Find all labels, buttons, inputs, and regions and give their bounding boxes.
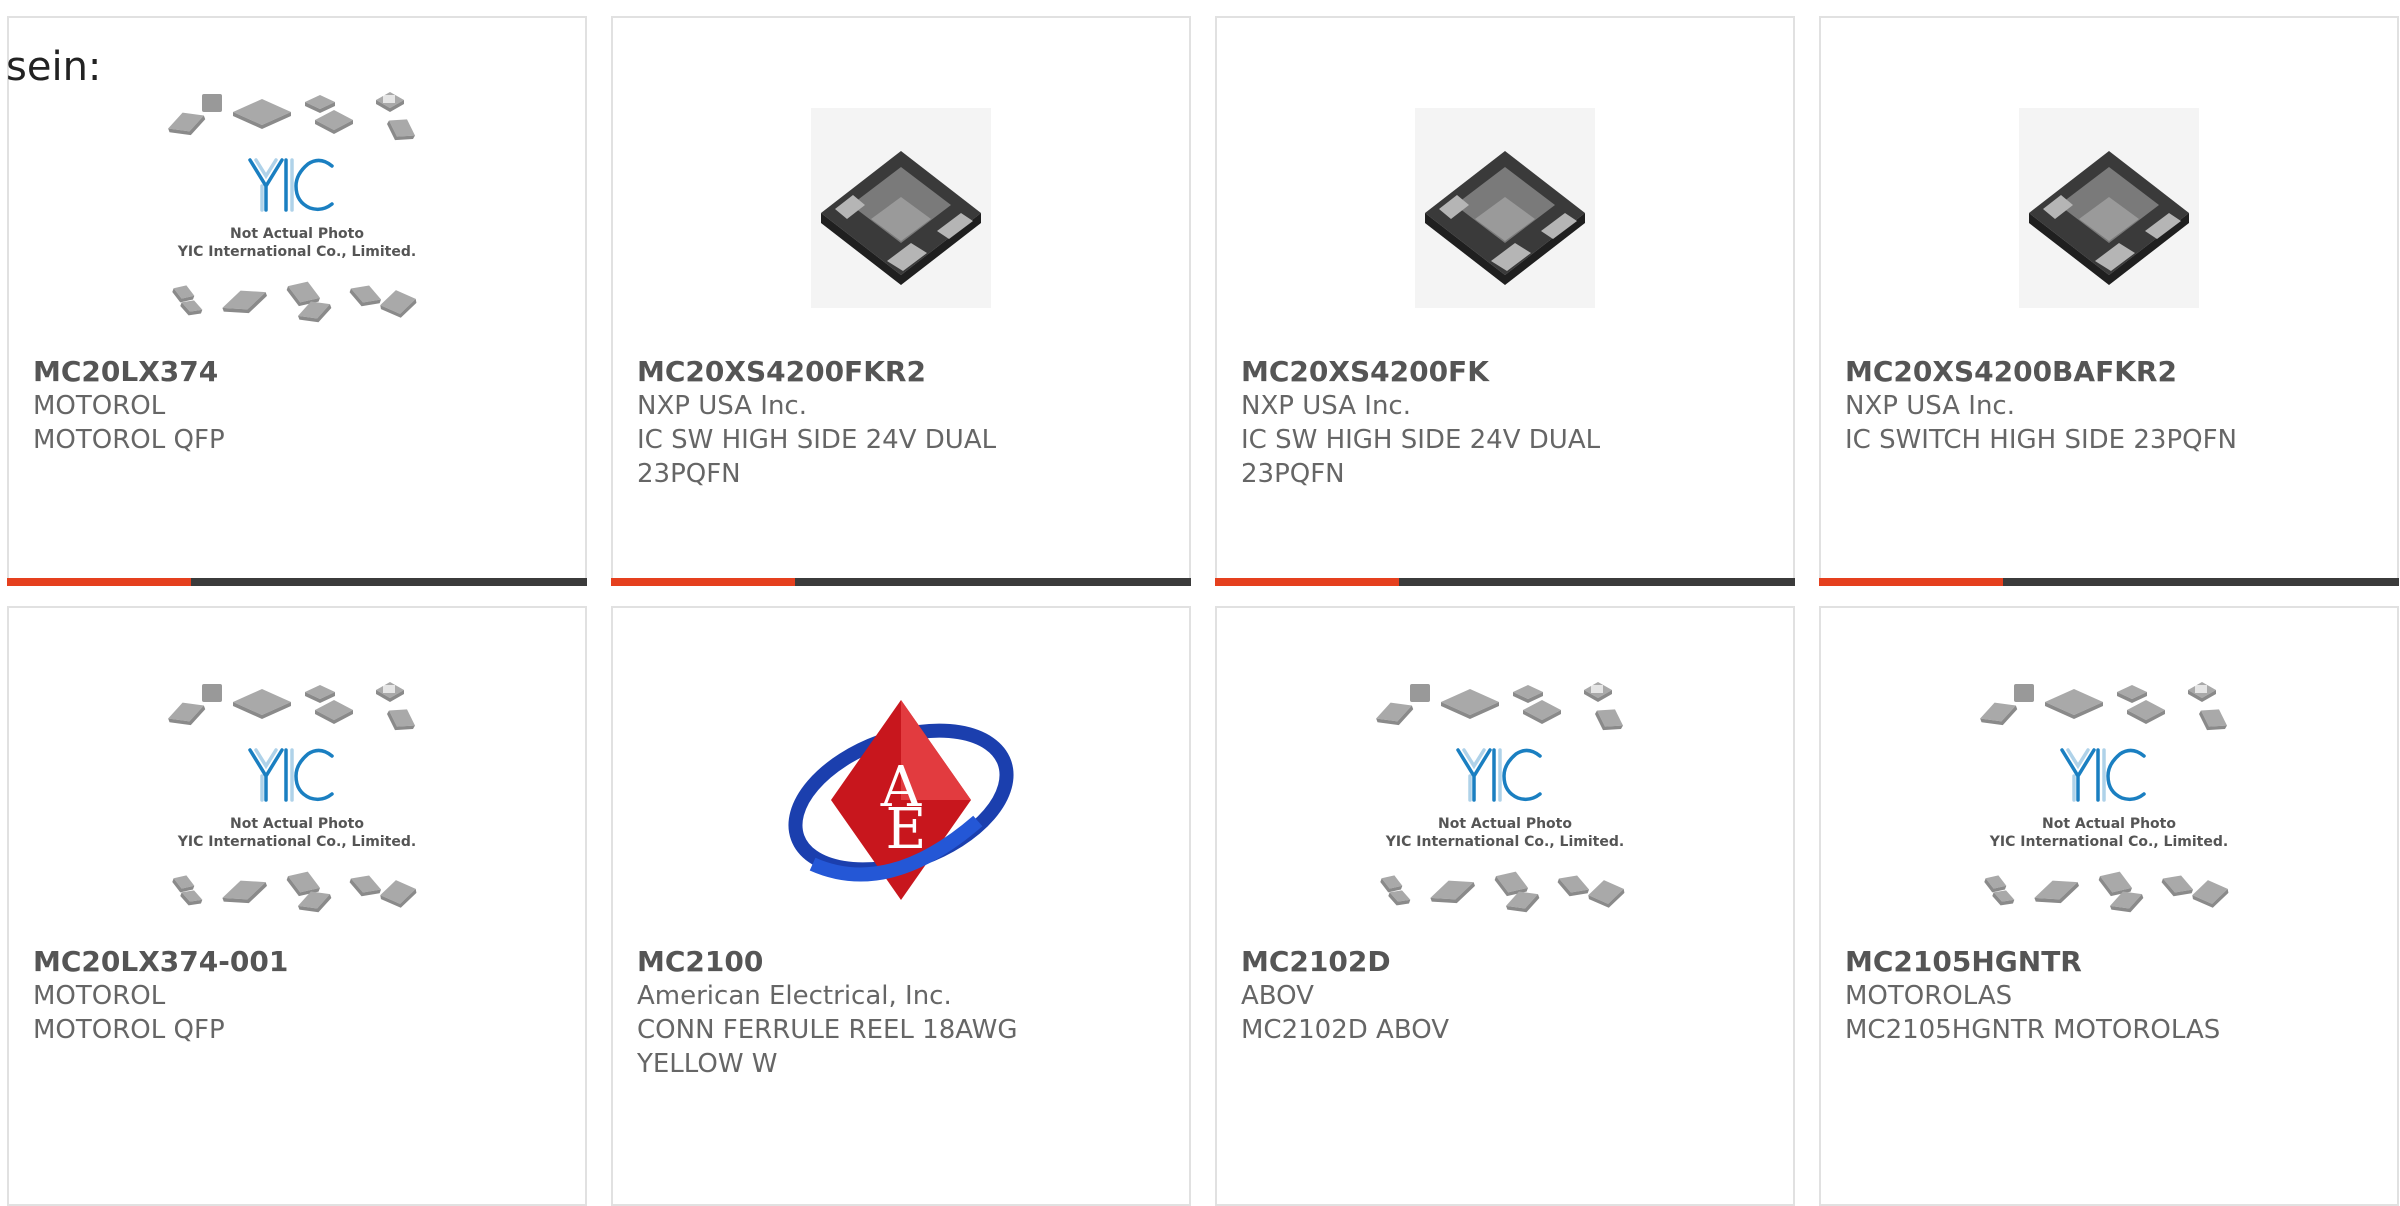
manufacturer: NXP USA Inc. (1845, 391, 2015, 421)
product-photo-chip (766, 88, 1036, 328)
description: IC SW HIGH SIDE 24V DUAL 23PQFN (1241, 425, 1601, 489)
product-photo-placeholder: Not Actual Photo YIC International Co., … (1974, 678, 2244, 918)
manufacturer: ABOV (1241, 981, 1314, 1011)
part-number[interactable]: MC20LX374-001 (33, 945, 561, 979)
product-card[interactable]: MC20XS4200BAFKR2 NXP USA Inc. IC SWITCH … (1819, 16, 2399, 586)
manufacturer: American Electrical, Inc. (637, 981, 952, 1011)
svg-text:YIC International Co., Limited: YIC International Co., Limited. (177, 834, 416, 850)
card-bottom-bar (1215, 578, 1795, 586)
card-bottom-bar (611, 578, 1191, 586)
svg-text:Not Actual Photo: Not Actual Photo (230, 226, 364, 242)
product-photo-placeholder: Not Actual Photo YIC International Co., … (162, 678, 432, 918)
svg-text:YIC International Co., Limited: YIC International Co., Limited. (1385, 834, 1624, 850)
description: MOTOROL QFP (33, 425, 225, 455)
svg-text:Not Actual Photo: Not Actual Photo (2042, 816, 2176, 832)
product-photo-chip (1370, 88, 1640, 328)
svg-text:Not Actual Photo: Not Actual Photo (230, 816, 364, 832)
product-card[interactable]: Not Actual Photo YIC International Co., … (1215, 606, 1795, 1206)
svg-text:YIC International Co., Limited: YIC International Co., Limited. (1989, 834, 2228, 850)
product-photo-placeholder: Not Actual Photo YIC International Co., … (1370, 678, 1640, 918)
svg-text:Not Actual Photo: Not Actual Photo (1438, 816, 1572, 832)
part-number[interactable]: MC2102D (1241, 945, 1769, 979)
manufacturer: MOTOROL (33, 981, 166, 1011)
description: MOTOROL QFP (33, 1015, 225, 1045)
manufacturer: MOTOROLAS (1845, 981, 2013, 1011)
product-photo-chip (1974, 88, 2244, 328)
part-number[interactable]: MC20LX374 (33, 355, 561, 389)
card-bottom-bar (1819, 578, 2399, 586)
svg-text:YIC International Co., Limited: YIC International Co., Limited. (177, 244, 416, 260)
product-card[interactable]: MC20XS4200FKR2 NXP USA Inc. IC SW HIGH S… (611, 16, 1191, 586)
product-card[interactable]: Not Actual Photo YIC International Co., … (1819, 606, 2399, 1206)
part-number[interactable]: MC2100 (637, 945, 1165, 979)
description: IC SWITCH HIGH SIDE 23PQFN (1845, 425, 2237, 455)
part-number[interactable]: MC20XS4200BAFKR2 (1845, 355, 2373, 389)
part-number[interactable]: MC20XS4200FK (1241, 355, 1769, 389)
manufacturer: NXP USA Inc. (1241, 391, 1411, 421)
description: CONN FERRULE REEL 18AWG YELLOW W (637, 1015, 1018, 1079)
product-photo-placeholder: Not Actual Photo YIC International Co., … (162, 88, 432, 328)
description: MC2102D ABOV (1241, 1015, 1449, 1045)
product-card[interactable]: Not Actual Photo YIC International Co., … (7, 16, 587, 586)
product-card[interactable]: Not Actual Photo YIC International Co., … (7, 606, 587, 1206)
part-number[interactable]: MC20XS4200FKR2 (637, 355, 1165, 389)
product-card[interactable]: MC20XS4200FK NXP USA Inc. IC SW HIGH SID… (1215, 16, 1795, 586)
description: MC2105HGNTR MOTOROLAS (1845, 1015, 2221, 1045)
card-bottom-bar (7, 578, 587, 586)
svg-text:E: E (886, 797, 927, 862)
manufacturer: NXP USA Inc. (637, 391, 807, 421)
part-number[interactable]: MC2105HGNTR (1845, 945, 2373, 979)
product-card[interactable]: A E MC2100 American Electrical, Inc. CON… (611, 606, 1191, 1206)
section-heading: sein: (6, 44, 102, 90)
description: IC SW HIGH SIDE 24V DUAL 23PQFN (637, 425, 997, 489)
manufacturer: MOTOROL (33, 391, 166, 421)
product-photo-logo: A E (766, 678, 1036, 918)
